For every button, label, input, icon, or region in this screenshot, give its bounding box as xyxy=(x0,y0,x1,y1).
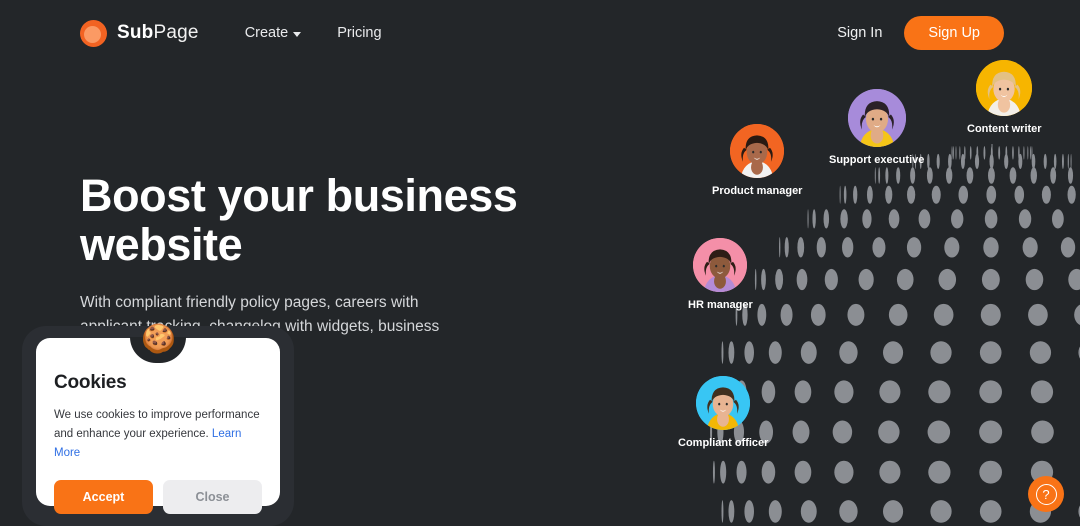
chevron-down-icon xyxy=(293,31,302,37)
hero-section: Boost your business website With complia… xyxy=(80,170,550,339)
hero-title-line-2: website xyxy=(80,218,243,270)
avatar-badge[interactable]: Compliant officer xyxy=(678,376,768,449)
avatar-badge[interactable]: Support executive xyxy=(829,89,924,166)
cookie-dialog-actions: Accept Close xyxy=(54,480,262,514)
hero-title-line-1: Boost your business xyxy=(80,170,518,221)
nav-item-create[interactable]: Create xyxy=(245,25,302,41)
cookie-dialog-body: We use cookies to improve performance an… xyxy=(54,406,262,463)
avatar xyxy=(696,376,751,430)
sign-in-link[interactable]: Sign In xyxy=(837,25,882,41)
brand-name-bold: Sub xyxy=(117,22,154,43)
cookie-icon: 🍪 xyxy=(141,323,176,354)
avatar-label: HR manager xyxy=(688,299,753,311)
avatar-label: Product manager xyxy=(712,185,803,197)
cookie-consent-dialog: 🍪 Cookies We use cookies to improve perf… xyxy=(36,323,280,514)
avatar xyxy=(730,124,785,178)
navbar: SubPage Create Pricing Sign In Sign Up xyxy=(0,0,1080,66)
nav-item-pricing[interactable]: Pricing xyxy=(337,25,381,41)
question-mark-icon: ? xyxy=(1035,483,1057,505)
cookie-dialog-title: Cookies xyxy=(54,372,127,393)
close-button[interactable]: Close xyxy=(163,480,262,514)
avatar-label: Compliant officer xyxy=(678,437,769,449)
help-button[interactable]: ? xyxy=(1028,476,1064,512)
avatar-label: Support executive xyxy=(829,154,925,166)
accept-button[interactable]: Accept xyxy=(54,480,153,514)
nav-links: Create Pricing xyxy=(245,25,382,41)
avatar-badge[interactable]: Product manager xyxy=(712,124,802,197)
brand-name-light: Page xyxy=(153,22,199,43)
brand-logo-group[interactable]: SubPage xyxy=(80,19,199,47)
avatar-badge[interactable]: HR manager xyxy=(688,238,753,311)
page-title: Boost your business website xyxy=(80,170,550,270)
nav-item-pricing-label: Pricing xyxy=(337,25,382,41)
avatar-label: Content writer xyxy=(967,123,1042,135)
avatar xyxy=(976,60,1033,116)
nav-item-create-label: Create xyxy=(244,25,289,41)
avatar xyxy=(847,89,906,147)
brand-name: SubPage xyxy=(117,22,199,44)
avatar-badge[interactable]: Content writer xyxy=(967,60,1042,135)
nav-actions: Sign In Sign Up xyxy=(837,16,1004,50)
circle-logo-icon xyxy=(80,19,107,47)
avatar xyxy=(693,238,748,292)
sign-up-button[interactable]: Sign Up xyxy=(904,16,1004,50)
landing-page: SubPage Create Pricing Sign In Sign Up B… xyxy=(0,0,1080,526)
